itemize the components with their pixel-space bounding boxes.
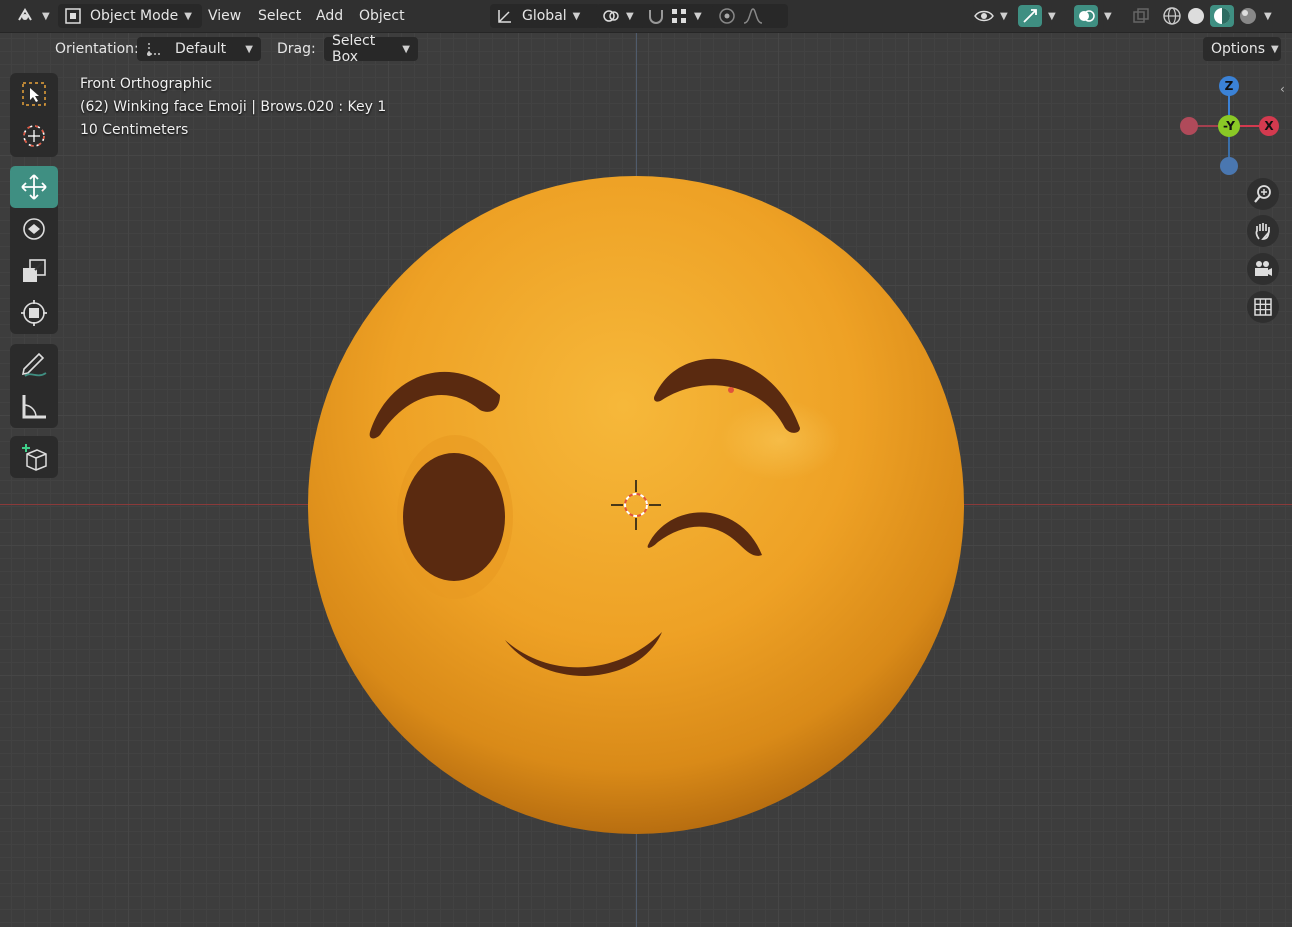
- view-name: Front Orthographic: [80, 76, 213, 92]
- move-tool[interactable]: [10, 166, 58, 208]
- gizmo-x-axis[interactable]: X: [1259, 116, 1279, 136]
- rendered-shading-icon[interactable]: [1238, 6, 1258, 26]
- editor-type-dropdown[interactable]: ▼: [14, 4, 50, 28]
- drag-label: Drag:: [277, 41, 316, 57]
- move-icon: [21, 174, 47, 200]
- mode-label: Object Mode: [90, 8, 179, 24]
- zoom-icon: [1254, 185, 1271, 203]
- options-label: Options: [1211, 41, 1266, 57]
- menu-add[interactable]: Add: [316, 4, 343, 28]
- add-cube-icon: [22, 444, 47, 471]
- orientation-value: Global: [522, 8, 567, 24]
- menu-view[interactable]: View: [208, 4, 241, 28]
- 3d-viewport[interactable]: [0, 0, 1292, 927]
- options-dropdown[interactable]: Options ▼: [1203, 37, 1281, 61]
- camera-icon: [1255, 261, 1272, 276]
- wireframe-shading-icon[interactable]: [1162, 6, 1182, 26]
- select-box-icon: [22, 82, 46, 106]
- chevron-down-icon: ▼: [245, 43, 253, 55]
- falloff-curve-icon: [743, 8, 763, 24]
- pan-button[interactable]: [1247, 215, 1279, 247]
- gizmo-icon: [1018, 5, 1042, 27]
- chevron-down-icon: ▼: [626, 10, 634, 22]
- perspective-toggle-button[interactable]: [1247, 291, 1279, 323]
- left-eye: [403, 453, 505, 581]
- solid-shading-icon[interactable]: [1186, 6, 1206, 26]
- toolbar-group-add: [10, 436, 58, 478]
- snap-magnet-icon: [649, 10, 663, 24]
- orientation-dropdown-value: Default: [175, 41, 227, 57]
- scale-tool[interactable]: [10, 250, 58, 292]
- add-cube-tool[interactable]: [10, 436, 58, 478]
- shading-modes: ▼: [1162, 4, 1272, 28]
- camera-view-button[interactable]: [1247, 253, 1279, 285]
- material-preview-shading-icon[interactable]: [1210, 5, 1234, 27]
- rotate-icon: [23, 218, 45, 240]
- chevron-down-icon: ▼: [1000, 10, 1008, 22]
- toolbar-group-annotate: [10, 344, 58, 428]
- rotate-tool[interactable]: [10, 208, 58, 250]
- annotate-icon: [21, 352, 47, 377]
- chevron-down-icon: ▼: [572, 10, 581, 22]
- object-info: (62) Winking face Emoji | Brows.020 : Ke…: [80, 99, 387, 115]
- visibility-dropdown[interactable]: ▼: [974, 4, 1008, 28]
- cursor-icon: [23, 125, 45, 147]
- proportional-edit-icon: [719, 8, 735, 24]
- annotate-tool[interactable]: [10, 344, 58, 386]
- snap-controls[interactable]: ▼: [640, 4, 718, 28]
- gizmo-z-axis[interactable]: Z: [1219, 76, 1239, 96]
- gizmo-toggle[interactable]: ▼: [1018, 4, 1056, 28]
- transform-orientation-dropdown[interactable]: Global ▼: [490, 4, 600, 28]
- hand-icon: [1255, 223, 1270, 240]
- object-mode-icon: [65, 8, 81, 24]
- toolbar-group-select: [10, 73, 58, 157]
- menu-select[interactable]: Select: [258, 4, 301, 28]
- scale-icon: [23, 259, 46, 282]
- overlays-toggle[interactable]: ▼: [1074, 4, 1112, 28]
- chevron-down-icon: ▼: [1271, 43, 1279, 55]
- drag-dropdown-value: Select Box: [332, 33, 376, 65]
- select-box-tool[interactable]: [10, 73, 58, 115]
- orientation-label: Orientation:: [55, 41, 139, 57]
- chevron-down-icon: ▼: [42, 10, 50, 22]
- measure-tool[interactable]: [10, 386, 58, 428]
- tool-settings-bar: Orientation: Default ▼ Drag: Select Box …: [0, 33, 1292, 65]
- gizmo-y-axis[interactable]: -Y: [1218, 115, 1240, 137]
- viewport-header: ▼ Object Mode ▼ View Select Add Object G…: [0, 0, 1292, 33]
- mode-selector[interactable]: Object Mode ▼: [58, 4, 202, 28]
- chevron-down-icon: ▼: [402, 43, 410, 55]
- transform-tool[interactable]: [10, 292, 58, 334]
- chevron-down-icon: ▼: [184, 10, 192, 22]
- overlays-icon: [1074, 5, 1098, 27]
- grid-scale: 10 Centimeters: [80, 122, 189, 138]
- xray-toggle[interactable]: [1132, 4, 1150, 28]
- chevron-down-icon[interactable]: ▼: [1264, 11, 1272, 22]
- sidebar-toggle[interactable]: ‹: [1280, 82, 1292, 100]
- toolbar-group-transform: [10, 166, 58, 334]
- proportional-editing[interactable]: [712, 4, 788, 28]
- zoom-button[interactable]: [1247, 178, 1279, 210]
- measure-icon: [22, 395, 46, 419]
- editor-type-icon: [18, 8, 32, 21]
- pivot-icon: [603, 10, 619, 22]
- cursor-tool[interactable]: [10, 115, 58, 157]
- grid-icon: [1254, 298, 1272, 316]
- orientation-dropdown[interactable]: Default ▼: [137, 37, 261, 61]
- menu-object[interactable]: Object: [359, 4, 405, 28]
- orientation-gizmo-icon: [147, 43, 160, 56]
- pivot-point-dropdown[interactable]: ▼: [596, 4, 646, 28]
- chevron-down-icon: ▼: [694, 10, 702, 22]
- xray-icon: [1133, 8, 1149, 23]
- 3d-cursor-icon[interactable]: [611, 480, 661, 530]
- snap-increment-icon: [672, 9, 686, 23]
- chevron-down-icon: ▼: [1104, 10, 1112, 22]
- eye-icon: [974, 10, 994, 22]
- transform-icon: [21, 300, 47, 326]
- orientation-icon: [498, 10, 511, 23]
- chevron-down-icon: ▼: [1048, 10, 1056, 22]
- drag-dropdown[interactable]: Select Box ▼: [324, 33, 418, 65]
